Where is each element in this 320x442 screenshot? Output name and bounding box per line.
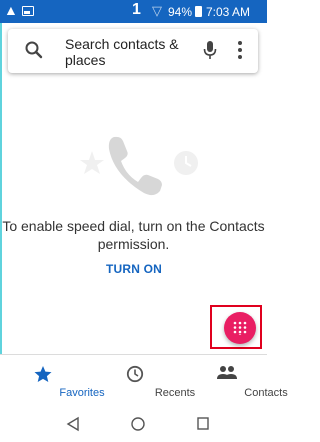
- search-icon[interactable]: [24, 40, 44, 65]
- home-icon[interactable]: [130, 416, 146, 437]
- microphone-icon[interactable]: [203, 40, 217, 67]
- sim-indicator: 1: [132, 1, 141, 18]
- wifi-icon: ▽: [152, 3, 162, 18]
- tab-favorites[interactable]: Favorites: [4, 355, 105, 411]
- speed-dial-illustration: [74, 131, 200, 204]
- system-navigation-bar: [0, 410, 267, 442]
- tab-recents[interactable]: Recents: [95, 355, 195, 411]
- tab-contacts[interactable]: Contacts: [188, 355, 288, 411]
- people-icon: [216, 365, 238, 386]
- dialpad-button[interactable]: [224, 312, 256, 344]
- clock-icon: [126, 365, 144, 388]
- clock-time: 7:03 AM: [206, 5, 251, 19]
- star-icon: [34, 365, 52, 388]
- permission-message: To enable speed dial, turn on the Contac…: [2, 218, 265, 252]
- battery-percent: 94%: [168, 5, 193, 19]
- warning-icon: ▲: [4, 2, 18, 18]
- dialpad-icon: [233, 321, 247, 335]
- recent-apps-icon[interactable]: [196, 416, 210, 437]
- tab-contacts-label: Contacts: [244, 387, 288, 399]
- back-icon[interactable]: [66, 416, 80, 437]
- battery-icon: [195, 6, 202, 17]
- more-options-icon[interactable]: [237, 40, 243, 65]
- search-input[interactable]: Search contacts & places: [65, 36, 185, 68]
- status-bar: ▲ 1 ▽ 94% 7:03 AM: [0, 0, 267, 23]
- image-notification-icon: [22, 6, 34, 16]
- bottom-navigation: Favorites Recents Contacts: [0, 354, 288, 411]
- search-bar[interactable]: Search contacts & places: [8, 29, 258, 73]
- turn-on-button[interactable]: TURN ON: [104, 262, 164, 276]
